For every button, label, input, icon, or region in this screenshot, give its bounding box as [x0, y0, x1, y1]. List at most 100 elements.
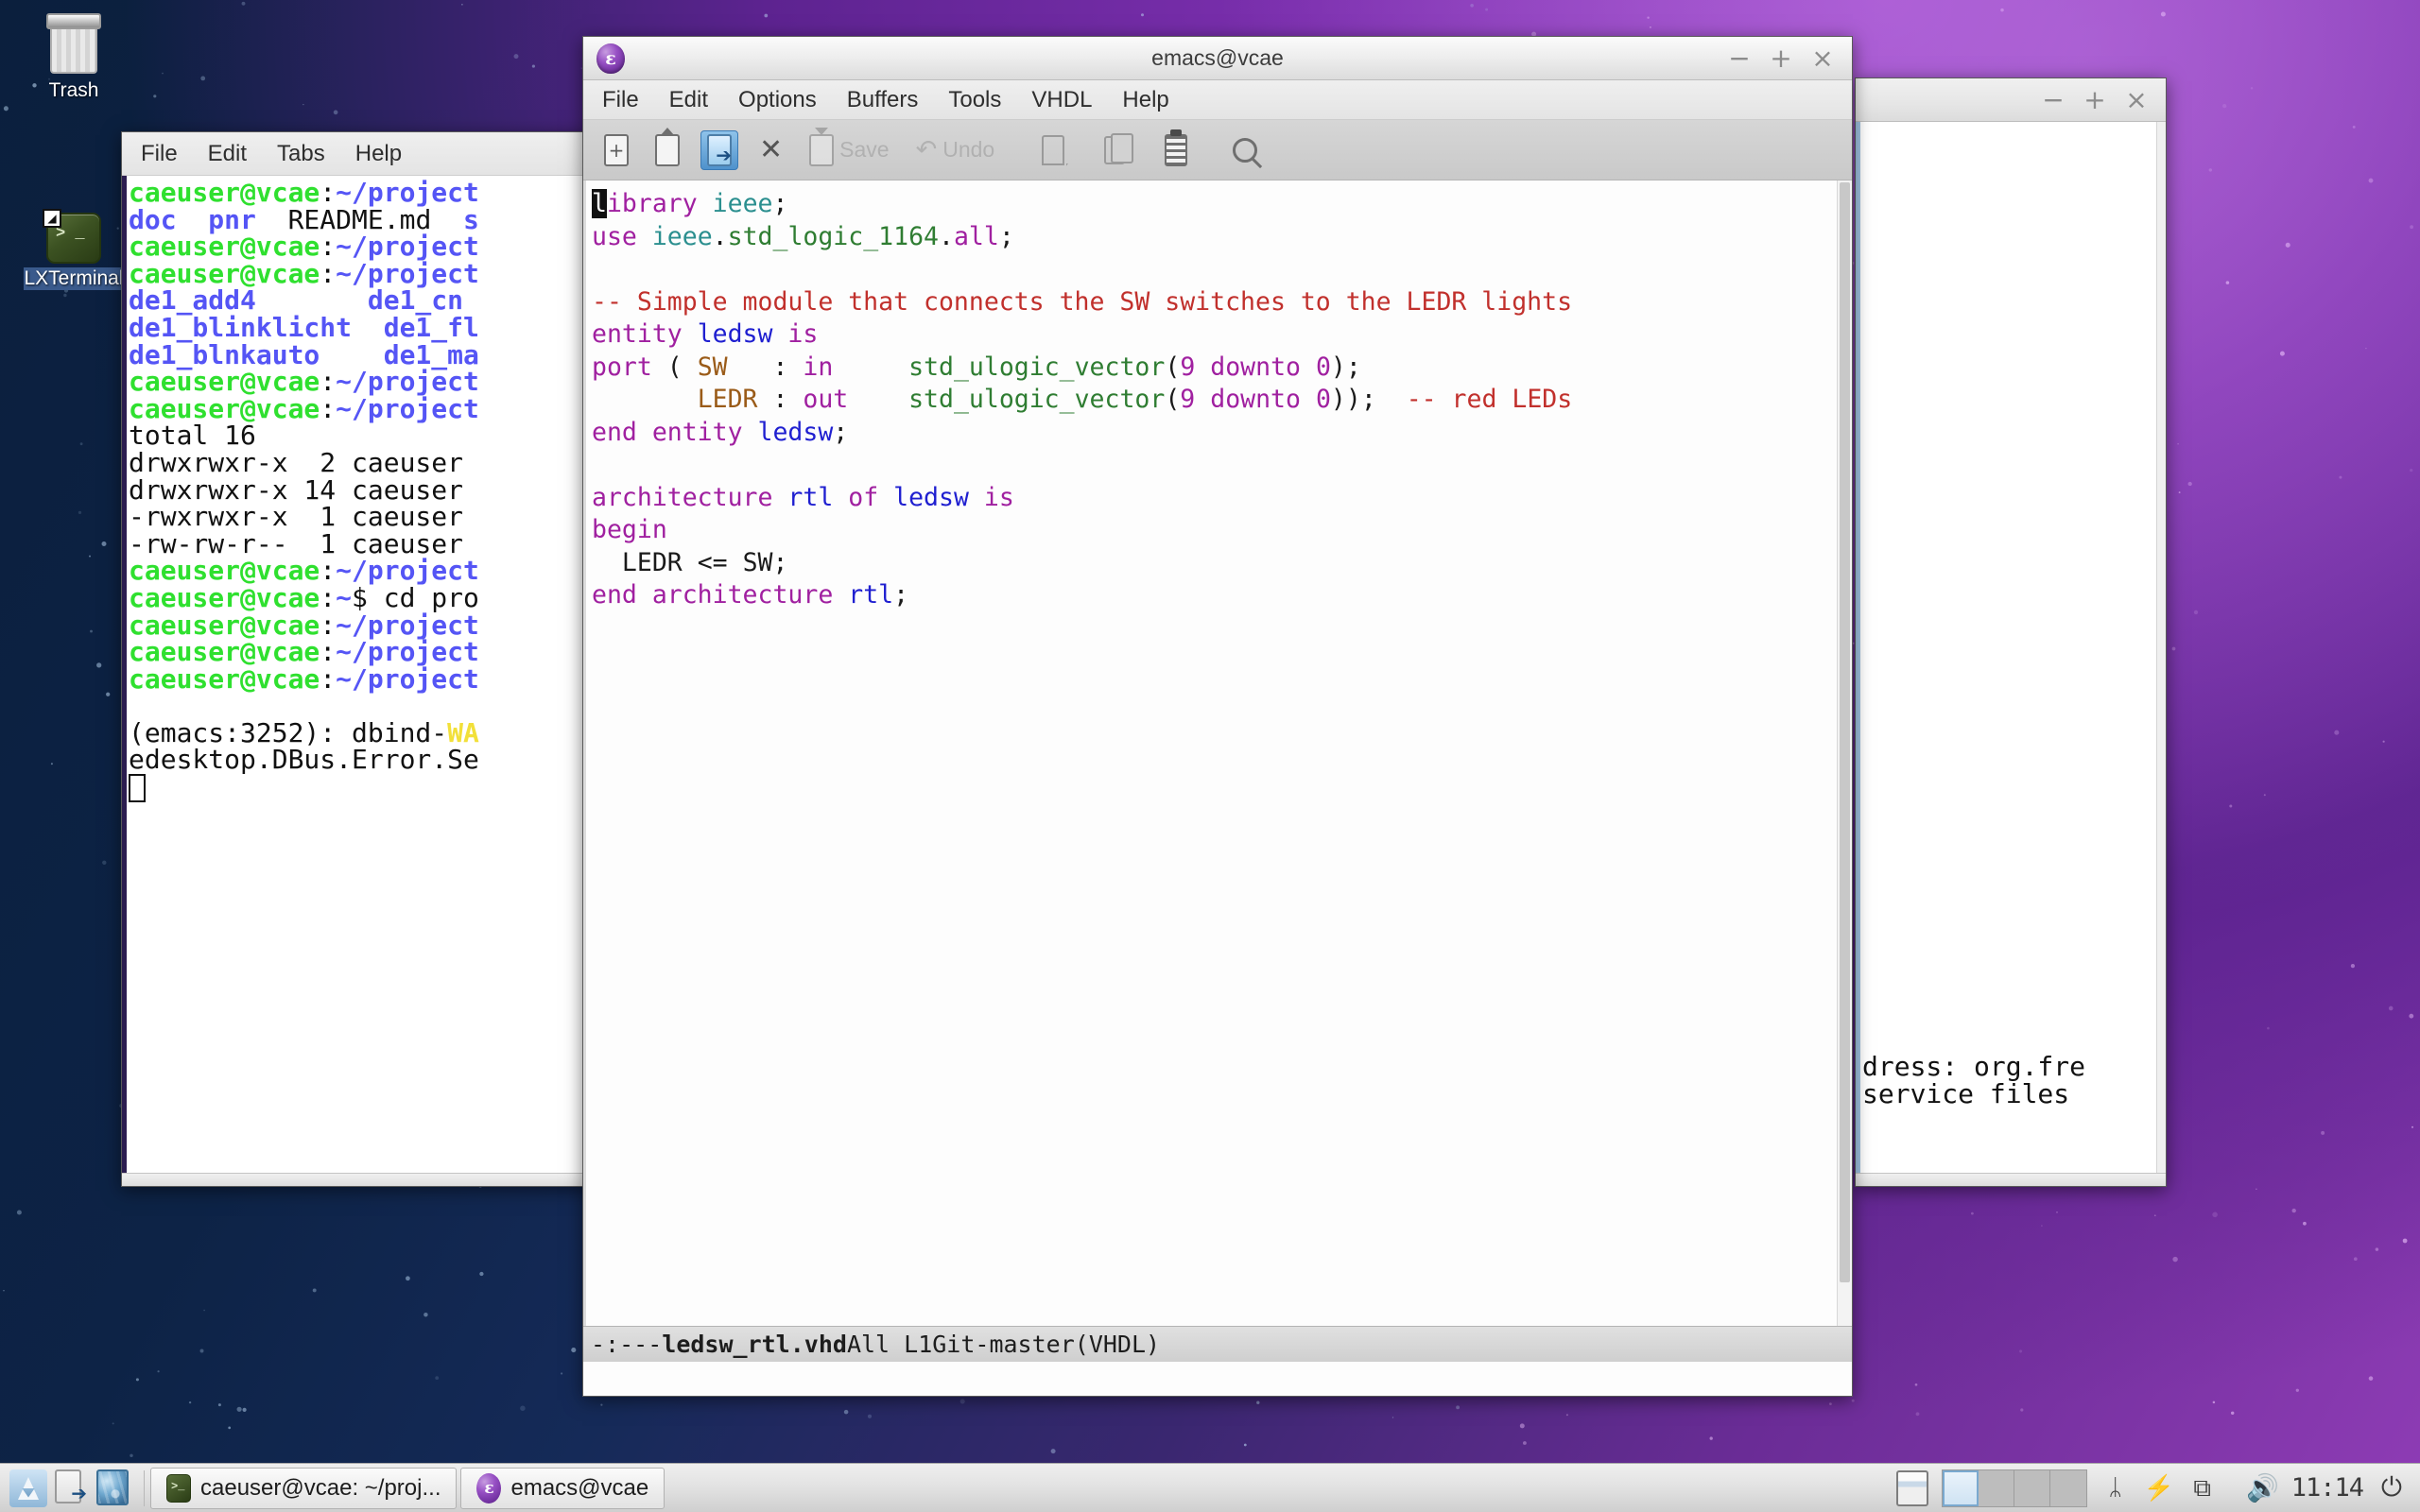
bluetooth-icon[interactable]: ᛦ	[2100, 1471, 2131, 1505]
toolbar-paste-button[interactable]	[1159, 131, 1193, 169]
workspace-4[interactable]	[2050, 1470, 2086, 1506]
emacs-menubar[interactable]: File Edit Options Buffers Tools VHDL Hel…	[583, 80, 1852, 120]
volume-icon[interactable]: 🔊	[2248, 1471, 2278, 1505]
new-file-icon: +	[604, 134, 629, 166]
terminal-body[interactable]: caeuser@vcae:~/projectdoc pnr README.md …	[122, 176, 593, 1173]
lxterminal-window[interactable]: File Edit Tabs Help caeuser@vcae:~/proje…	[121, 131, 594, 1187]
desktop-icon-trash[interactable]: Trash	[17, 13, 130, 102]
clock[interactable]: 11:14	[2291, 1473, 2363, 1503]
code-line: entity ledsw is	[592, 318, 1837, 352]
background-line-2: service files	[1862, 1078, 2069, 1109]
terminal-line: caeuser@vcae:~/project	[129, 233, 583, 261]
terminal-menu-help[interactable]: Help	[350, 139, 407, 169]
emacs-window[interactable]: ε emacs@vcae − + × File Edit Options Buf…	[582, 36, 1853, 1397]
emacs-icon: ε	[476, 1473, 501, 1503]
taskbar[interactable]: ➔ >_ caeuser@vcae: ~/proj... ε emacs@vca…	[0, 1463, 2420, 1512]
symlink-badge-icon: ◢	[43, 209, 61, 228]
update-manager-icon[interactable]: ⚡	[2144, 1471, 2174, 1505]
terminal-menu-edit[interactable]: Edit	[202, 139, 252, 169]
web-browser-launcher[interactable]	[96, 1469, 130, 1507]
modeline-flags: -:---	[591, 1331, 662, 1358]
terminal-line: caeuser@vcae:~/project	[129, 261, 583, 288]
background-terminal-body[interactable]: dress: org.fre service files	[1856, 122, 2166, 1173]
task-button-terminal-label: caeuser@vcae: ~/proj...	[200, 1475, 441, 1502]
workspace-pager[interactable]	[1942, 1469, 2087, 1507]
terminal-line: de1_blinklicht de1_fl	[129, 315, 583, 342]
background-terminal-scrollbar[interactable]	[2156, 122, 2166, 1173]
printer-icon[interactable]	[1896, 1470, 1928, 1506]
terminal-menubar[interactable]: File Edit Tabs Help	[122, 132, 593, 176]
emacs-scrollbar[interactable]	[1837, 180, 1852, 1326]
emacs-menu-buffers[interactable]: Buffers	[841, 85, 925, 115]
workspace-3[interactable]	[2014, 1470, 2050, 1506]
code-line: end architecture rtl;	[592, 579, 1837, 612]
toolbar-open-file-button[interactable]	[649, 131, 685, 169]
workspace-1[interactable]	[1943, 1470, 1979, 1506]
emacs-modeline: -:--- ledsw_rtl.vhd All L1 Git-master (V…	[583, 1326, 1852, 1362]
task-button-terminal[interactable]: >_ caeuser@vcae: ~/proj...	[150, 1468, 457, 1509]
terminal-line: caeuser@vcae:~/project	[129, 558, 583, 585]
toolbar-cut-button[interactable]	[1036, 132, 1070, 168]
code-line	[592, 449, 1837, 482]
cut-icon	[1042, 135, 1064, 165]
toolbar-undo-label: Undo	[942, 137, 994, 163]
toolbar-undo-button[interactable]: ↶ Undo	[910, 132, 1001, 167]
toolbar-search-button[interactable]	[1227, 135, 1263, 165]
trash-icon	[44, 13, 103, 76]
code-line: architecture rtl of ledsw is	[592, 482, 1837, 515]
terminal-menu-tabs[interactable]: Tabs	[271, 139, 331, 169]
task-button-emacs[interactable]: ε emacs@vcae	[460, 1468, 665, 1509]
background-close-button[interactable]: ×	[2124, 88, 2149, 112]
emacs-menu-help[interactable]: Help	[1116, 85, 1174, 115]
emacs-menu-file[interactable]: File	[596, 85, 645, 115]
modeline-position: All L1	[847, 1331, 932, 1358]
background-minimize-button[interactable]: −	[2041, 88, 2066, 112]
toolbar-open-directory-button[interactable]: ➔	[700, 130, 738, 170]
emacs-titlebar[interactable]: ε emacs@vcae − + ×	[583, 37, 1852, 80]
terminal-line: caeuser@vcae:~/project	[129, 612, 583, 640]
emacs-toolbar[interactable]: + ➔ ✕ Save ↶ Undo	[583, 120, 1852, 180]
background-terminal-window[interactable]: − + × dress: org.fre service files	[1855, 77, 2167, 1187]
toolbar-close-buffer-button[interactable]: ✕	[753, 130, 788, 169]
emacs-maximize-button[interactable]: +	[1769, 46, 1793, 71]
emacs-close-button[interactable]: ×	[1810, 46, 1835, 71]
code-line: LEDR : out std_ulogic_vector(9 downto 0)…	[592, 384, 1837, 417]
open-directory-icon: ➔	[707, 134, 732, 166]
toolbar-new-file-button[interactable]: +	[598, 131, 634, 169]
code-line: library ieee;	[592, 188, 1837, 221]
power-button[interactable]: ⏻	[2377, 1471, 2407, 1505]
code-line: use ieee.std_logic_1164.all;	[592, 221, 1837, 254]
close-icon: ✕	[759, 133, 783, 166]
code-line: end entity ledsw;	[592, 417, 1837, 450]
task-button-emacs-label: emacs@vcae	[510, 1475, 648, 1502]
toolbar-copy-button[interactable]	[1098, 133, 1131, 167]
network-icon[interactable]: ⧉	[2187, 1471, 2218, 1505]
toolbar-save-button[interactable]: Save	[804, 131, 894, 169]
emacs-menu-tools[interactable]: Tools	[942, 85, 1007, 115]
emacs-menu-vhdl[interactable]: VHDL	[1026, 85, 1098, 115]
desktop-icon-lxterminal[interactable]: ◢ LXTerminal	[17, 213, 130, 290]
emacs-minimize-button[interactable]: −	[1727, 46, 1752, 71]
background-maximize-button[interactable]: +	[2083, 88, 2107, 112]
terminal-menu-file[interactable]: File	[135, 139, 183, 169]
emacs-buffer-area[interactable]: library ieee;use ieee.std_logic_1164.all…	[583, 180, 1852, 1326]
desktop-icon-trash-label: Trash	[49, 79, 99, 102]
system-tray[interactable]: ᛦ ⚡ ⧉ 🔊 11:14 ⏻	[1896, 1469, 2420, 1507]
cursor-overlay-icon: ➔	[71, 1482, 87, 1505]
terminal-line: (emacs:3252): dbind-WA	[129, 720, 583, 747]
open-file-icon	[655, 134, 680, 166]
workspace-2[interactable]	[1979, 1470, 2014, 1506]
terminal-line: caeuser@vcae:~/project	[129, 396, 583, 423]
terminal-line: drwxrwxr-x 2 caeuser	[129, 450, 583, 477]
emacs-window-title: emacs@vcae	[583, 45, 1852, 71]
modeline-major-mode: (VHDL)	[1075, 1331, 1160, 1358]
file-manager-launcher[interactable]: ➔	[55, 1469, 89, 1507]
emacs-menu-options[interactable]: Options	[733, 85, 822, 115]
emacs-menu-edit[interactable]: Edit	[664, 85, 714, 115]
background-window-titlebar[interactable]: − + ×	[1856, 78, 2166, 122]
applications-menu-button[interactable]	[9, 1469, 47, 1507]
menu-icon	[18, 1477, 39, 1500]
emacs-code-buffer[interactable]: library ieee;use ieee.std_logic_1164.all…	[586, 180, 1837, 1326]
paste-icon	[1165, 134, 1187, 166]
terminal-icon: ◢	[46, 213, 101, 264]
